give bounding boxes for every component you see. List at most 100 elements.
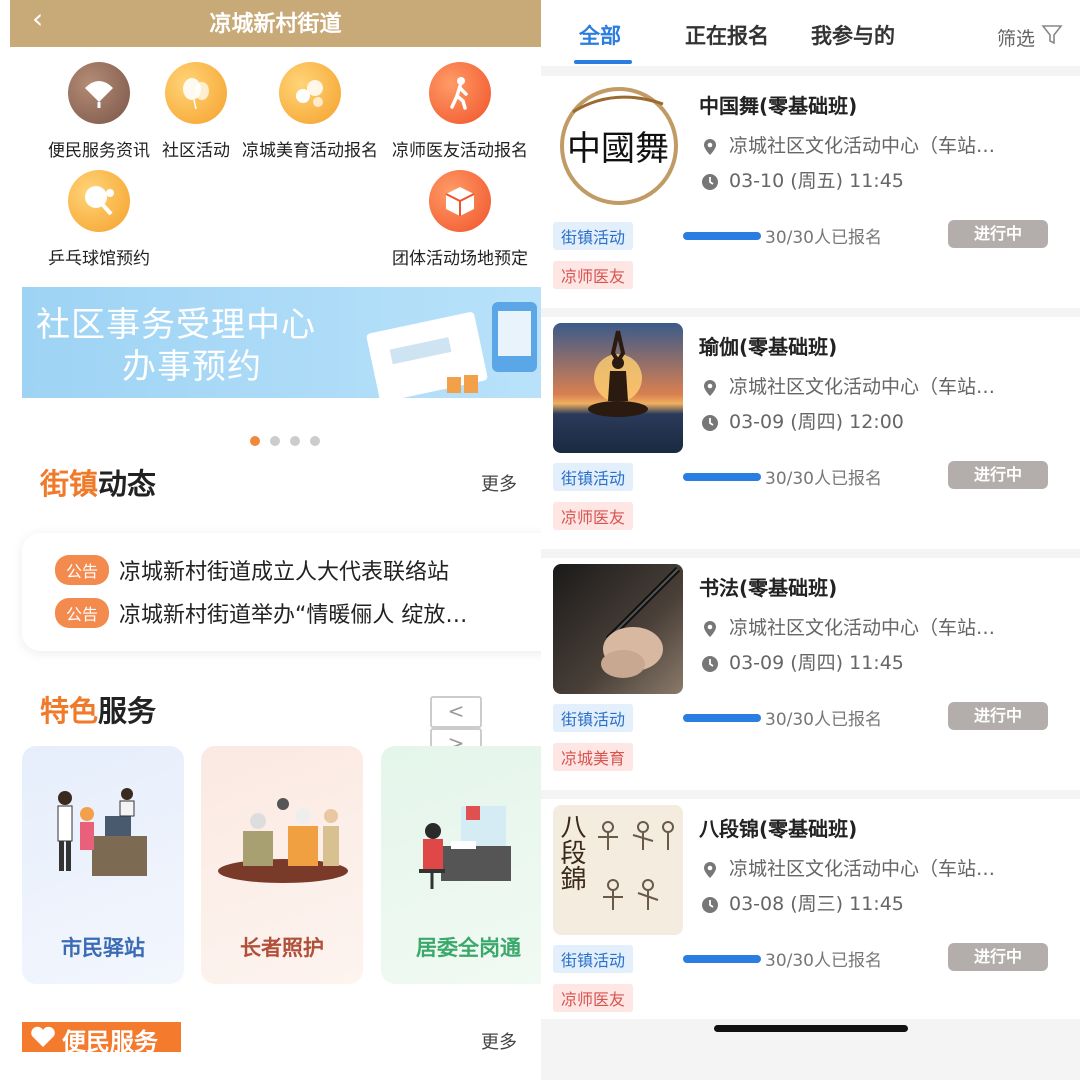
tab-all[interactable]: 全部 [579,20,621,50]
title-rest: 服务 [98,694,157,728]
status-button[interactable]: 进行中 [948,943,1048,971]
calligraphy-brush [601,566,681,678]
registration-progress [683,714,761,722]
clock-icon [702,896,718,913]
carousel-dot[interactable] [310,436,320,446]
registered-count: 30/30人已报名 [765,469,882,489]
feature-section-title: 特色服务 [40,688,156,730]
box-icon [429,170,491,232]
feature-card-elderly[interactable]: 长者照护 [201,746,363,984]
status-button[interactable]: 进行中 [948,220,1048,248]
yoga-silhouette [588,330,648,417]
fan-icon [68,62,130,124]
clock-icon [702,173,718,190]
elderly-care-illustration [218,798,348,883]
tag-category: 凉师医友 [553,984,634,1012]
news-card: 公告 凉城新村街道成立人大代表联络站 公告 凉城新村街道举办“情暖俪人 绽放… [22,533,541,651]
right-screen: 全部 正在报名 我参与的 筛选 中國舞 中国舞(零基础班) 凉城社区文化活动中心… [541,0,1080,1080]
activity-thumbnail: 八段錦 [553,805,683,935]
feature-card-citizen[interactable]: 市民驿站 [22,746,184,984]
grid-item-teachers[interactable]: 凉师医友活动报名 [386,62,534,161]
activity-card[interactable]: 中國舞 中国舞(零基础班) 凉城社区文化活动中心（车站… 03-10 (周五) … [541,76,1080,308]
tag-street: 街镇活动 [553,463,634,491]
grid-item-venue[interactable]: 团体活动场地预定 [386,170,534,269]
grid-label: 社区活动 [162,141,230,161]
title-rest: 动态 [98,467,157,501]
convenience-more-link[interactable]: 更多 [481,1028,517,1054]
grid-label: 乒乓球馆预约 [48,249,150,269]
tab-joined[interactable]: 我参与的 [811,20,895,50]
pingpong-icon [68,170,130,232]
chinese-dance-logo: 中國舞 [560,87,678,205]
grid-label: 团体活动场地预定 [392,249,528,269]
grid-label: 凉城美育活动报名 [242,141,378,161]
convenience-title: 便民服务 [62,1028,158,1056]
clock-icon [702,414,718,431]
tag-street: 街镇活动 [553,704,634,732]
tab-bar: 全部 正在报名 我参与的 筛选 [541,0,1080,66]
tag-street: 街镇活动 [553,945,634,973]
activity-title: 八段锦(零基础班) [699,817,858,841]
status-button[interactable]: 进行中 [948,702,1048,730]
news-text: 凉城新村街道举办“情暖俪人 绽放… [119,603,468,628]
top-bar: ‹ 凉城新村街道 [10,0,541,47]
carousel-dot[interactable] [290,436,300,446]
filter-button[interactable]: 筛选 [997,24,1063,51]
filter-label: 筛选 [997,28,1036,50]
balloon-icon [165,62,227,124]
activity-card[interactable]: 书法(零基础班) 凉城社区文化活动中心（车站… 03-09 (周四) 11:45… [541,558,1080,790]
card-label: 居委全岗通 [416,936,521,960]
announcement-badge: 公告 [55,598,110,628]
left-screen: ‹ 凉城新村街道 便民服务资讯 社区活动 凉城美育活动报名 凉师医友活动报名 乒… [0,0,541,1080]
walker-icon [429,62,491,124]
time-text: 03-09 (周四) 11:45 [729,652,904,674]
news-more-link[interactable]: 更多 [481,470,517,496]
feature-card-community[interactable]: 居委全岗通 [381,746,541,984]
carousel-dot[interactable] [270,436,280,446]
page-title: 凉城新村街道 [209,12,342,37]
active-tab-indicator [574,60,632,64]
registration-progress [683,955,761,963]
activity-card[interactable]: 瑜伽(零基础班) 凉城社区文化活动中心（车站… 03-09 (周四) 12:00… [541,317,1080,549]
carousel-dot[interactable] [250,436,260,446]
documents-illustration [366,302,537,398]
title-accent: 特色 [40,694,99,728]
home-indicator[interactable] [714,1025,908,1032]
grid-item-pingpong[interactable]: 乒乓球馆预约 [40,170,158,269]
activity-time: 03-08 (周三) 11:45 [701,889,904,916]
promo-banner[interactable]: 社区事务受理中心 办事预约 [22,287,541,398]
grid-label: 凉师医友活动报名 [392,141,528,161]
activity-time: 03-09 (周四) 11:45 [701,648,904,675]
prev-button[interactable]: < [430,696,482,728]
time-text: 03-09 (周四) 12:00 [729,411,904,433]
activity-thumbnail [553,323,683,453]
announcement-badge: 公告 [55,555,110,585]
news-item[interactable]: 公告 凉城新村街道举办“情暖俪人 绽放… [55,597,467,629]
news-text: 凉城新村街道成立人大代表联络站 [119,560,450,585]
status-button[interactable]: 进行中 [948,461,1048,489]
title-accent: 街镇 [40,467,99,501]
grid-item-activity[interactable]: 社区活动 [156,62,236,161]
clock-icon [702,655,718,672]
activity-location: 凉城社区文化活动中心（车站… [701,372,995,399]
location-icon [704,620,716,637]
activity-title: 中国舞(零基础班) [699,94,858,118]
grid-item-info[interactable]: 便民服务资讯 [40,62,158,161]
location-icon [704,861,716,878]
activity-time: 03-10 (周五) 11:45 [701,166,904,193]
thumb-text: 八段錦 [556,813,586,891]
heart-icon [31,1026,55,1047]
tag-category: 凉师医友 [553,261,634,289]
news-section-title: 街镇动态 [40,461,156,503]
tag-category: 凉师医友 [553,502,634,530]
tab-registering[interactable]: 正在报名 [685,20,769,50]
location-text: 凉城社区文化活动中心（车站… [729,376,996,398]
registered-count: 30/30人已报名 [765,951,882,971]
activity-card[interactable]: 八段錦 八段锦(零基础班) 凉城社区文化活动中心（车站… 03-08 (周三) … [541,799,1080,1019]
activity-thumbnail: 中國舞 [553,82,683,212]
news-item[interactable]: 公告 凉城新村街道成立人大代表联络站 [55,554,449,586]
banner-line2: 办事预约 [122,347,262,387]
time-text: 03-10 (周五) 11:45 [729,170,904,192]
grid-item-arts[interactable]: 凉城美育活动报名 [236,62,384,161]
circles-icon [279,62,341,124]
